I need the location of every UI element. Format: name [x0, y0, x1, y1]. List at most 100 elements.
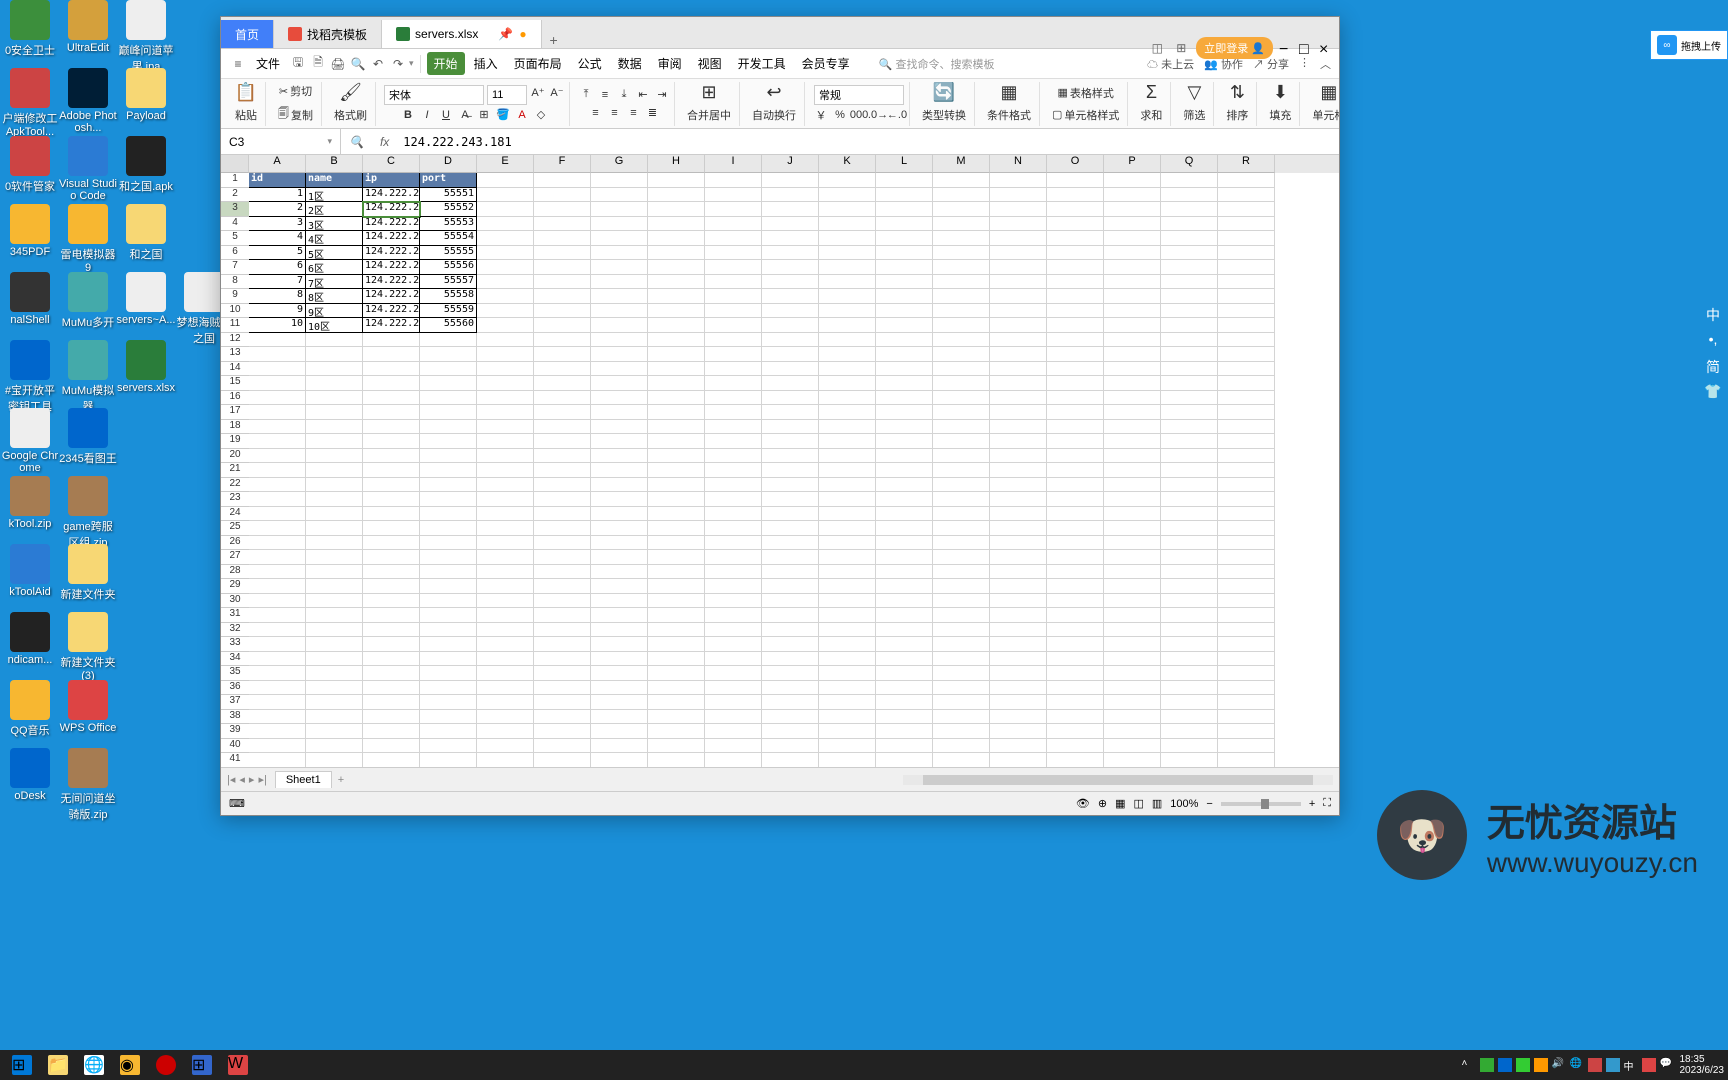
- cell-N26[interactable]: [990, 536, 1047, 551]
- cell-R14[interactable]: [1218, 362, 1275, 377]
- cell-I10[interactable]: [705, 304, 762, 319]
- cell-J15[interactable]: [762, 376, 819, 391]
- cell-R20[interactable]: [1218, 449, 1275, 464]
- cell-R15[interactable]: [1218, 376, 1275, 391]
- cell-R29[interactable]: [1218, 579, 1275, 594]
- cell-icon[interactable]: ▦: [1320, 82, 1337, 103]
- cell-E2[interactable]: [477, 188, 534, 203]
- cell-R2[interactable]: [1218, 188, 1275, 203]
- decimal-dec-icon[interactable]: ←.0: [889, 107, 905, 123]
- align-right-icon[interactable]: ≡: [626, 105, 642, 121]
- cell-K35[interactable]: [819, 666, 876, 681]
- cell-P34[interactable]: [1104, 652, 1161, 667]
- cell-I8[interactable]: [705, 275, 762, 290]
- cell-P32[interactable]: [1104, 623, 1161, 638]
- cell-D27[interactable]: [420, 550, 477, 565]
- cell-P37[interactable]: [1104, 695, 1161, 710]
- desktop-icon-345PDF[interactable]: 345PDF: [0, 204, 60, 258]
- desktop-icon-MuMu模拟器[interactable]: MuMu模拟器: [58, 340, 118, 414]
- cell-H17[interactable]: [648, 405, 705, 420]
- desktop-icon-MuMu多开[interactable]: MuMu多开: [58, 272, 118, 330]
- cell-M1[interactable]: [933, 173, 990, 188]
- desktop-icon-Payload[interactable]: Payload: [116, 68, 176, 122]
- cell-R6[interactable]: [1218, 246, 1275, 261]
- cell-E24[interactable]: [477, 507, 534, 522]
- cell-P39[interactable]: [1104, 724, 1161, 739]
- cell-O38[interactable]: [1047, 710, 1104, 725]
- undo-icon[interactable]: ↶: [369, 55, 387, 73]
- cell-R8[interactable]: [1218, 275, 1275, 290]
- cell-H36[interactable]: [648, 681, 705, 696]
- cell-O22[interactable]: [1047, 478, 1104, 493]
- cell-F33[interactable]: [534, 637, 591, 652]
- comma-button[interactable]: 000: [851, 107, 867, 123]
- cell-A39[interactable]: [249, 724, 306, 739]
- cell-I40[interactable]: [705, 739, 762, 754]
- cell-A38[interactable]: [249, 710, 306, 725]
- cell-J13[interactable]: [762, 347, 819, 362]
- cell-H4[interactable]: [648, 217, 705, 232]
- cell-I11[interactable]: [705, 318, 762, 333]
- cell-Q11[interactable]: [1161, 318, 1218, 333]
- cell-O12[interactable]: [1047, 333, 1104, 348]
- cell-O25[interactable]: [1047, 521, 1104, 536]
- cell-D9[interactable]: 55558: [420, 289, 477, 304]
- cell-F18[interactable]: [534, 420, 591, 435]
- row-header-9[interactable]: 9: [221, 289, 249, 304]
- cell-K21[interactable]: [819, 463, 876, 478]
- cell-N23[interactable]: [990, 492, 1047, 507]
- tab-file[interactable]: servers.xlsx📌●: [382, 20, 542, 48]
- preview-icon[interactable]: 🔍: [349, 55, 367, 73]
- cell-L1[interactable]: [876, 173, 933, 188]
- cell-Q14[interactable]: [1161, 362, 1218, 377]
- cell-O40[interactable]: [1047, 739, 1104, 754]
- row-header-38[interactable]: 38: [221, 710, 249, 725]
- cell-J14[interactable]: [762, 362, 819, 377]
- cell-P11[interactable]: [1104, 318, 1161, 333]
- cell-R32[interactable]: [1218, 623, 1275, 638]
- cell-O19[interactable]: [1047, 434, 1104, 449]
- cell-P15[interactable]: [1104, 376, 1161, 391]
- italic-button[interactable]: I: [419, 107, 435, 123]
- cell-R17[interactable]: [1218, 405, 1275, 420]
- cell-D29[interactable]: [420, 579, 477, 594]
- cell-I1[interactable]: [705, 173, 762, 188]
- cell-J9[interactable]: [762, 289, 819, 304]
- cell-A1[interactable]: id: [249, 173, 306, 188]
- desktop-icon-UltraEdit[interactable]: UltraEdit: [58, 0, 118, 54]
- desktop-icon-kTool.zip[interactable]: kTool.zip: [0, 476, 60, 530]
- tray-icon-7[interactable]: [1642, 1058, 1656, 1072]
- cell-G7[interactable]: [591, 260, 648, 275]
- cell-R1[interactable]: [1218, 173, 1275, 188]
- cell-J1[interactable]: [762, 173, 819, 188]
- cell-I29[interactable]: [705, 579, 762, 594]
- cell-K7[interactable]: [819, 260, 876, 275]
- cell-Q18[interactable]: [1161, 420, 1218, 435]
- desktop-icon-巅峰问道苹果.ipa[interactable]: 巅峰问道苹果.ipa: [116, 0, 176, 74]
- ime-icon[interactable]: •,: [1703, 331, 1723, 351]
- cell-O33[interactable]: [1047, 637, 1104, 652]
- cell-Q10[interactable]: [1161, 304, 1218, 319]
- cell-I38[interactable]: [705, 710, 762, 725]
- cell-F37[interactable]: [534, 695, 591, 710]
- desktop-icon-和之国.apk[interactable]: 和之国.apk: [116, 136, 176, 194]
- cell-H22[interactable]: [648, 478, 705, 493]
- cell-M28[interactable]: [933, 565, 990, 580]
- cell-R39[interactable]: [1218, 724, 1275, 739]
- cell-B32[interactable]: [306, 623, 363, 638]
- cell-J6[interactable]: [762, 246, 819, 261]
- zoom-in-button[interactable]: +: [1309, 798, 1315, 810]
- cell-H35[interactable]: [648, 666, 705, 681]
- cell-I9[interactable]: [705, 289, 762, 304]
- taskbar-chrome[interactable]: 🌐: [76, 1052, 112, 1078]
- cell-M14[interactable]: [933, 362, 990, 377]
- cell-L38[interactable]: [876, 710, 933, 725]
- fill-icon[interactable]: ⬇: [1273, 82, 1288, 103]
- cell-K34[interactable]: [819, 652, 876, 667]
- cell-M19[interactable]: [933, 434, 990, 449]
- cell-G6[interactable]: [591, 246, 648, 261]
- format-painter-button[interactable]: 格式刷: [330, 105, 371, 125]
- cell-A22[interactable]: [249, 478, 306, 493]
- cell-Q4[interactable]: [1161, 217, 1218, 232]
- cell-K5[interactable]: [819, 231, 876, 246]
